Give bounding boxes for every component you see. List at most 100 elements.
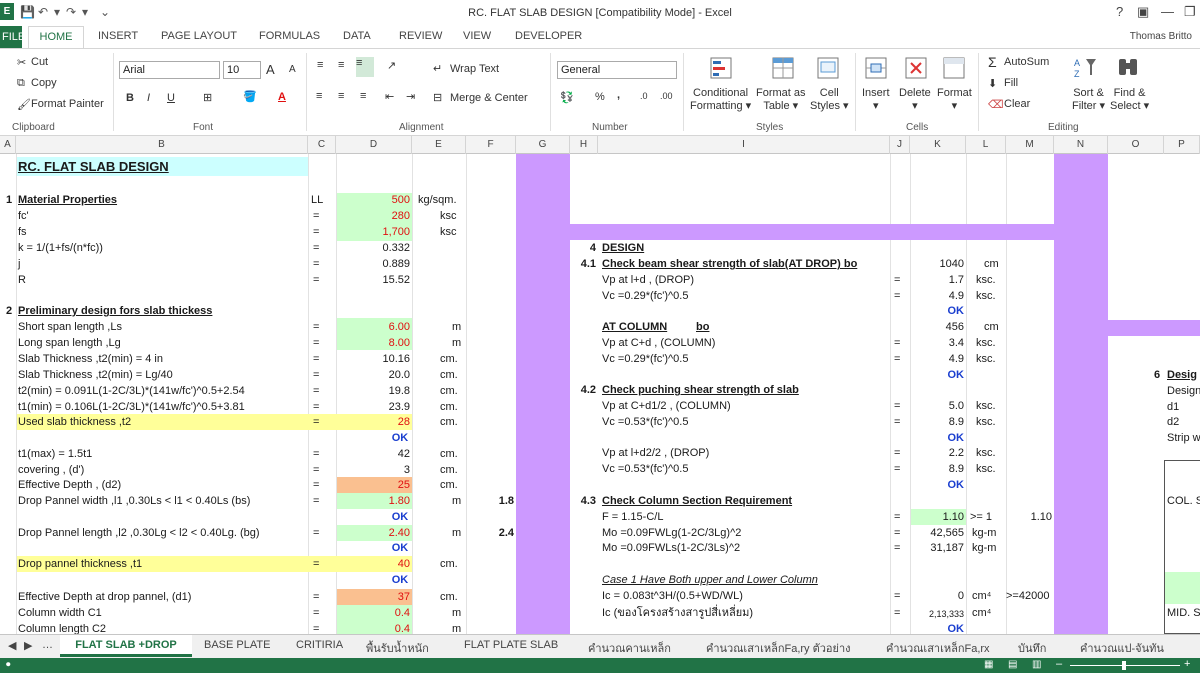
- macro-record-icon[interactable]: ⏺: [6, 659, 11, 670]
- column-length-value[interactable]: 0.4: [338, 622, 410, 634]
- cut-icon[interactable]: ✂: [17, 56, 26, 69]
- column-header-p[interactable]: P: [1164, 136, 1200, 154]
- vc1-value[interactable]: 4.9: [912, 289, 964, 304]
- sheet-tab-critiria[interactable]: CRITIRIA: [296, 639, 343, 651]
- drop-length-unit[interactable]: m: [452, 526, 461, 541]
- vp4-value[interactable]: 2.2: [912, 446, 964, 461]
- format-painter-button[interactable]: Format Painter: [31, 98, 104, 110]
- column-width-value[interactable]: 0.4: [338, 606, 410, 621]
- vp4-eq[interactable]: =: [894, 446, 900, 461]
- column-width-label[interactable]: Column width C1: [18, 606, 102, 621]
- used-thickness-eq[interactable]: =: [313, 415, 319, 430]
- column-length-unit[interactable]: m: [452, 622, 461, 634]
- column-header-m[interactable]: M: [1006, 136, 1054, 154]
- d1-label[interactable]: d1: [1167, 400, 1179, 415]
- vc1-eq[interactable]: =: [894, 289, 900, 304]
- fc-label[interactable]: fc': [18, 209, 29, 224]
- accounting-icon[interactable]: 💱: [560, 91, 574, 104]
- covering-label[interactable]: covering , (d'): [18, 463, 84, 478]
- design-label[interactable]: Design: [1167, 384, 1200, 399]
- r-value[interactable]: 15.52: [338, 273, 410, 288]
- vp4-label[interactable]: Vp at l+d2/2 , (DROP): [602, 446, 709, 461]
- drop-thickness-eq[interactable]: =: [313, 557, 319, 572]
- format-button[interactable]: Format ▾: [937, 87, 972, 113]
- t1max-unit[interactable]: cm.: [440, 447, 458, 462]
- fill-button[interactable]: Fill: [1004, 77, 1018, 89]
- effective-depth-drop-value[interactable]: 37: [338, 590, 410, 605]
- grow-font-button[interactable]: A: [266, 62, 275, 77]
- drop-length-label[interactable]: Drop Pannel length ,l2 ,0.30Lg < l2 < 0.…: [18, 526, 260, 541]
- page-layout-view-icon[interactable]: ▤: [1008, 659, 1017, 670]
- effective-depth-eq[interactable]: =: [313, 478, 319, 493]
- t2c-eq[interactable]: =: [313, 384, 319, 399]
- check-ok[interactable]: OK: [336, 541, 464, 556]
- sheet-tab-steel-column-rx[interactable]: คำนวณเสาเหล็กFa,rx: [886, 639, 990, 657]
- section-title[interactable]: Check beam shear strength of slab(AT DRO…: [602, 257, 857, 272]
- effective-depth-drop-unit[interactable]: cm.: [440, 590, 458, 605]
- cell-styles-button[interactable]: Cell Styles ▾: [810, 87, 849, 113]
- vp1-unit[interactable]: ksc.: [976, 273, 996, 288]
- sheet-title[interactable]: RC. FLAT SLAB DESIGN: [18, 159, 169, 174]
- worksheet-grid[interactable]: RC. FLAT SLAB DESIGN 1 Material Properti…: [0, 154, 1200, 634]
- sheet-tab-steel-column-ry[interactable]: คำนวณเสาเหล็กFa,ry ตัวอย่าง: [706, 639, 851, 657]
- drop-length-value[interactable]: 2.40: [338, 526, 410, 541]
- lg-label[interactable]: Long span length ,Lg: [18, 336, 121, 351]
- borders-icon[interactable]: ⊞: [203, 91, 212, 104]
- ic2-value[interactable]: 2,13,333: [912, 607, 964, 622]
- copy-button[interactable]: Copy: [31, 77, 57, 89]
- wrap-text-icon[interactable]: ↵: [433, 62, 442, 75]
- fs-eq[interactable]: =: [313, 225, 319, 240]
- j-value[interactable]: 0.889: [338, 257, 410, 272]
- delete-cells-icon[interactable]: [903, 55, 929, 81]
- vc2-eq[interactable]: =: [894, 352, 900, 367]
- column-header-e[interactable]: E: [412, 136, 466, 154]
- t2a-value[interactable]: 10.16: [338, 352, 410, 367]
- fc-unit[interactable]: ksc: [440, 209, 457, 224]
- zoom-out-icon[interactable]: –: [1056, 658, 1062, 670]
- shrink-font-button[interactable]: A: [289, 64, 296, 75]
- zoom-in-icon[interactable]: +: [1184, 658, 1190, 670]
- effective-depth-value[interactable]: 25: [338, 478, 410, 493]
- used-thickness-unit[interactable]: cm.: [440, 415, 458, 430]
- ls-eq[interactable]: =: [313, 320, 319, 335]
- tab-view[interactable]: VIEW: [463, 30, 491, 42]
- f-factor-compare[interactable]: >= 1: [970, 510, 992, 525]
- ll-value[interactable]: 500: [338, 193, 410, 208]
- used-thickness-label[interactable]: Used slab thickness ,t2: [18, 415, 131, 430]
- t1max-value[interactable]: 42: [338, 447, 410, 462]
- check-ok[interactable]: OK: [912, 431, 965, 446]
- vc3-label[interactable]: Vc =0.53*(fc')^0.5: [602, 415, 688, 430]
- insert-button[interactable]: Insert ▾: [862, 87, 890, 113]
- k-eq[interactable]: =: [313, 241, 319, 256]
- lg-eq[interactable]: =: [313, 336, 319, 351]
- vp3-unit[interactable]: ksc.: [976, 399, 996, 414]
- vp3-value[interactable]: 5.0: [912, 399, 964, 414]
- t1max-label[interactable]: t1(max) = 1.5t1: [18, 447, 92, 462]
- italic-button[interactable]: I: [147, 92, 150, 104]
- covering-unit[interactable]: cm.: [440, 463, 458, 478]
- drop-length-eq[interactable]: =: [313, 526, 319, 541]
- ls-value[interactable]: 6.00: [338, 320, 410, 335]
- ls-unit[interactable]: m: [452, 320, 461, 335]
- find-select-button[interactable]: Find & Select ▾: [1110, 87, 1149, 113]
- align-right-icon[interactable]: ≡: [360, 90, 366, 102]
- drop-width-unit[interactable]: m: [452, 494, 461, 509]
- case1-label[interactable]: Case 1 Have Both upper and Lower Column: [602, 573, 818, 588]
- vc3-value[interactable]: 8.9: [912, 415, 964, 430]
- section-title[interactable]: Check puching shear strength of slab: [602, 383, 799, 398]
- tab-insert[interactable]: INSERT: [98, 30, 138, 42]
- bold-button[interactable]: B: [126, 92, 134, 104]
- column-length-label[interactable]: Column length C2: [18, 622, 106, 634]
- tab-data[interactable]: DATA: [343, 30, 371, 42]
- ic2-eq[interactable]: =: [894, 606, 900, 621]
- section-title[interactable]: Desig: [1167, 368, 1197, 383]
- vc4-unit[interactable]: ksc.: [976, 462, 996, 477]
- t2c-unit[interactable]: cm.: [440, 384, 458, 399]
- tab-developer[interactable]: DEVELOPER: [515, 30, 582, 42]
- used-thickness-value[interactable]: 28: [338, 415, 410, 430]
- ribbon-display-icon[interactable]: ▣: [1137, 4, 1149, 20]
- mo2-label[interactable]: Mo =0.09FWLs(1-2C/3Ls)^2: [602, 541, 740, 556]
- r-eq[interactable]: =: [313, 273, 319, 288]
- k-label[interactable]: k = 1/(1+fs/(n*fc)): [18, 241, 103, 256]
- vc4-eq[interactable]: =: [894, 462, 900, 477]
